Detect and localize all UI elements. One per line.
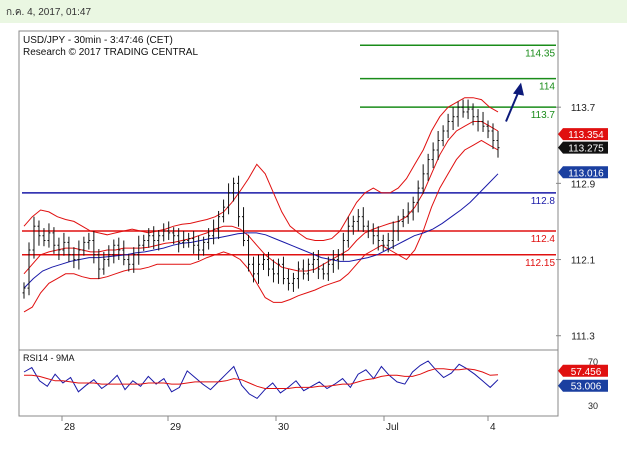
level-label-0: 114.35	[525, 48, 555, 59]
price-tick-label-1: 112.9	[571, 179, 596, 190]
level-label-2: 113.7	[531, 110, 556, 121]
time-tick-label-3: Jul	[386, 422, 399, 433]
chart-subtitle: Research © 2017 TRADING CENTRAL	[23, 47, 198, 58]
rsi-panel-frame	[18, 349, 559, 417]
price-tick-label-2: 112.1	[571, 256, 596, 267]
rsi-badge-0-label: 57.456	[571, 367, 602, 378]
price-badge-2-label: 113.016	[568, 168, 604, 179]
level-label-4: 112.4	[531, 234, 556, 245]
price-tick-label-3: 111.3	[571, 332, 595, 343]
price-badge-1-label: 113.275	[568, 144, 604, 155]
level-label-5: 112.15	[525, 258, 555, 269]
level-label-3: 112.8	[531, 196, 556, 207]
rsi-tick-label-1: 30	[588, 401, 598, 411]
time-tick-label-4: 4	[490, 422, 496, 433]
price-badge-0-label: 113.354	[568, 130, 604, 141]
rsi-title: RSI14 - 9MA	[23, 353, 75, 363]
level-label-1: 114	[539, 82, 555, 93]
time-tick-label-1: 29	[170, 422, 182, 433]
chart-title: USD/JPY - 30min - 3:47:46 (CET)	[23, 35, 173, 46]
price-tick-label-0: 113.7	[571, 103, 596, 114]
time-tick-label-2: 30	[278, 422, 290, 433]
rsi-badge-1-label: 53.006	[571, 382, 602, 393]
time-tick-label-0: 28	[64, 422, 76, 433]
price-chart: 114.35 114 113.7 112.8 112.4 112.15 113.7 112.…	[18, 30, 608, 433]
